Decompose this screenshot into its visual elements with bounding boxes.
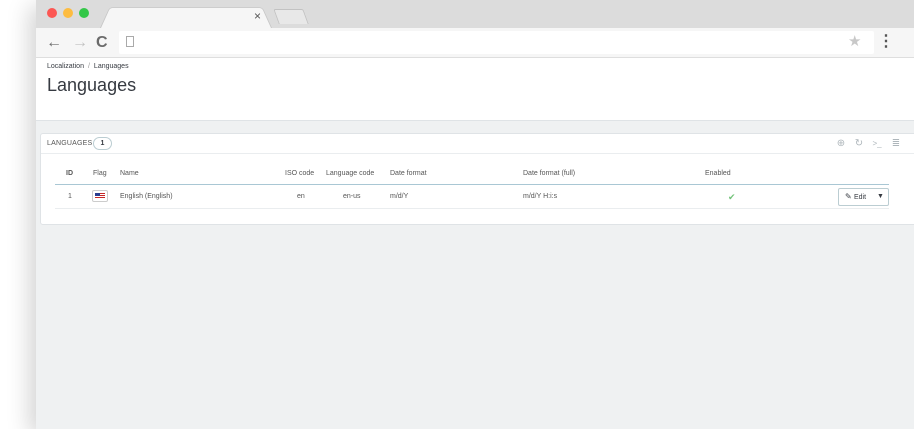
edit-label: Edit xyxy=(854,194,867,201)
us-flag-icon xyxy=(92,190,108,202)
column-header-iso[interactable]: ISO code xyxy=(285,170,314,177)
languages-panel: LANGUAGES 1 ⊕ ↻ >_ ≣ ID Flag Name ISO co… xyxy=(40,133,914,225)
table-header: ID Flag Name ISO code Language code Date… xyxy=(55,168,889,185)
edit-button[interactable]: ✎ Edit ▼ xyxy=(838,188,889,206)
caret-down-icon[interactable]: ▼ xyxy=(877,193,884,200)
column-header-date-format-full[interactable]: Date format (full) xyxy=(523,170,575,177)
page-title: Languages xyxy=(47,75,137,95)
breadcrumb-separator: / xyxy=(87,63,90,70)
tab-close-icon[interactable]: × xyxy=(254,9,261,23)
column-header-language-code[interactable]: Language code xyxy=(326,170,374,177)
column-header-enabled[interactable]: Enabled xyxy=(705,170,731,177)
column-header-name[interactable]: Name xyxy=(120,170,139,177)
refresh-icon[interactable]: ↻ xyxy=(852,137,866,151)
panel-title: LANGUAGES xyxy=(47,140,93,147)
bookmark-star-icon[interactable]: ★ xyxy=(848,34,861,50)
sql-query-icon[interactable]: >_ xyxy=(870,137,884,151)
traffic-lights xyxy=(47,8,89,18)
title-bar: × xyxy=(36,0,914,28)
panel-heading: LANGUAGES 1 ⊕ ↻ >_ ≣ xyxy=(41,134,914,154)
column-header-date-format[interactable]: Date format xyxy=(390,170,427,177)
cell-name: English (English) xyxy=(120,193,173,200)
cell-language-code: en-us xyxy=(343,193,361,200)
cell-date-format-full: m/d/Y H:i:s xyxy=(523,193,558,200)
cell-id: 1 xyxy=(68,193,72,200)
new-tab-button[interactable] xyxy=(273,9,309,24)
forward-arrow-icon[interactable]: → xyxy=(72,34,88,52)
breadcrumb: Localization / Languages xyxy=(47,63,129,70)
breadcrumb-parent[interactable]: Localization xyxy=(47,63,84,70)
breadcrumb-current: Languages xyxy=(93,63,129,70)
browser-menu-icon[interactable]: ⋮ xyxy=(878,33,894,51)
enabled-check-icon[interactable]: ✔ xyxy=(728,192,736,203)
reload-icon[interactable]: C xyxy=(96,34,108,52)
close-window-dot[interactable] xyxy=(47,8,57,18)
maximize-window-dot[interactable] xyxy=(79,8,89,18)
minimize-window-dot[interactable] xyxy=(63,8,73,18)
active-tab[interactable] xyxy=(100,7,272,28)
page-header: Localization / Languages Languages xyxy=(36,58,914,121)
column-header-id[interactable]: ID xyxy=(66,170,73,177)
page-icon xyxy=(126,36,134,47)
table-row[interactable]: 1 English (English) en en-us m/d/Y m/d/Y… xyxy=(55,186,889,209)
count-badge: 1 xyxy=(93,137,112,150)
column-header-flag: Flag xyxy=(93,170,107,177)
pencil-icon: ✎ xyxy=(845,192,852,201)
add-icon[interactable]: ⊕ xyxy=(834,137,848,151)
cell-date-format: m/d/Y xyxy=(390,193,409,200)
browser-toolbar: ← → C ★ ⋮ xyxy=(36,28,914,58)
back-arrow-icon[interactable]: ← xyxy=(46,34,62,52)
address-bar[interactable] xyxy=(119,31,874,54)
browser-window: × ← → C ★ ⋮ Localization / Languages Langu… xyxy=(36,0,914,429)
cell-iso-code: en xyxy=(297,193,305,200)
export-icon[interactable]: ≣ xyxy=(889,137,903,151)
